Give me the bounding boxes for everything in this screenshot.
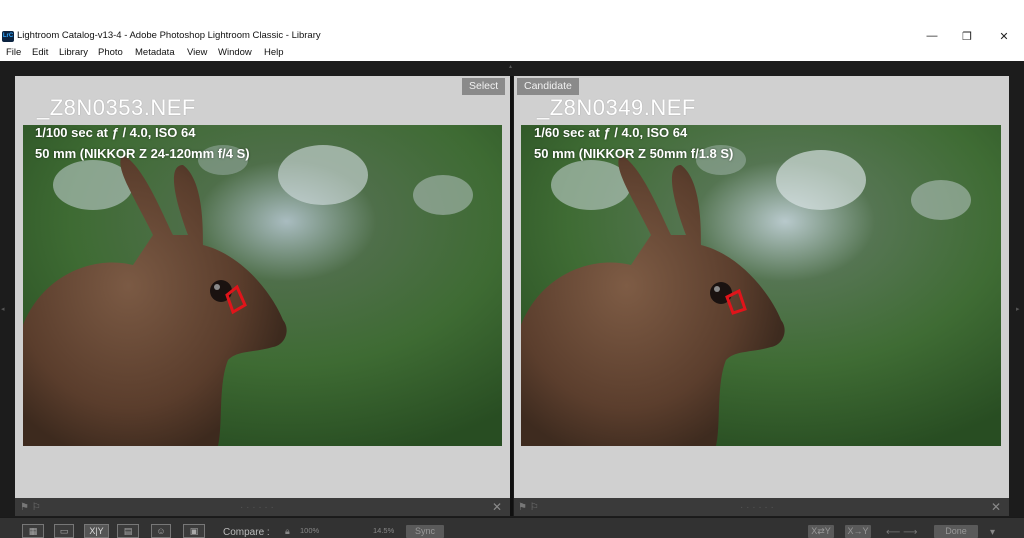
restore-button[interactable]: ❐: [952, 27, 982, 45]
select-close-icon[interactable]: ✕: [492, 500, 502, 514]
loupe-view-icon[interactable]: ▭: [54, 524, 74, 538]
candidate-flag-icon[interactable]: ⚑ ⚐: [518, 502, 539, 513]
menu-photo[interactable]: Photo: [98, 47, 123, 58]
select-rating-dots[interactable]: · · · · · ·: [240, 502, 274, 513]
slideshow-icon[interactable]: ▣: [183, 524, 205, 538]
done-button[interactable]: Done: [934, 525, 978, 538]
right-panel-toggle-icon[interactable]: ▸: [1016, 305, 1021, 319]
candidate-tag: Candidate: [517, 78, 579, 95]
candidate-exposure-info: 1/60 sec at ƒ / 4.0, ISO 64: [534, 125, 688, 140]
select-tag: Select: [462, 78, 506, 95]
candidate-rating-dots[interactable]: · · · · · ·: [740, 502, 774, 513]
candidate-lens-info: 50 mm (NIKKOR Z 50mm f/1.8 S): [534, 146, 734, 161]
lock-icon[interactable]: 🔒︎: [285, 526, 290, 537]
candidate-filename: _Z8N0349.NEF: [537, 95, 696, 120]
menu-file[interactable]: File: [6, 47, 21, 58]
toolbar-dropdown-icon[interactable]: ▾: [990, 527, 995, 538]
select-lens-info: 50 mm (NIKKOR Z 24-120mm f/4 S): [35, 146, 250, 161]
lightroom-app-icon: LrC: [2, 31, 14, 42]
window-title: Lightroom Catalog-v13-4 - Adobe Photosho…: [17, 30, 321, 41]
compare-divider[interactable]: [510, 76, 513, 516]
compare-label: Compare :: [223, 527, 270, 538]
candidate-close-icon[interactable]: ✕: [991, 500, 1001, 514]
close-button[interactable]: ✕: [989, 27, 1019, 45]
menu-metadata[interactable]: Metadata: [135, 47, 175, 58]
menu-window[interactable]: Window: [218, 47, 252, 58]
left-panel-toggle-icon[interactable]: ◂: [1, 305, 6, 319]
swap-button[interactable]: X⇄Y: [808, 525, 834, 538]
make-select-button[interactable]: X→Y: [845, 525, 871, 538]
top-panel-toggle-icon[interactable]: ▴: [509, 63, 515, 70]
survey-view-icon[interactable]: ▤: [117, 524, 139, 538]
select-filename: _Z8N0353.NEF: [37, 95, 196, 120]
menu-library[interactable]: Library: [59, 47, 88, 58]
people-view-icon[interactable]: ☺: [151, 524, 171, 538]
sync-button[interactable]: Sync: [406, 525, 444, 538]
menu-view[interactable]: View: [187, 47, 207, 58]
select-photo[interactable]: [23, 125, 502, 446]
minimize-button[interactable]: —: [917, 27, 947, 45]
zoom-right-value: 14.5%: [373, 526, 395, 535]
compare-view-button[interactable]: X|Y: [84, 524, 109, 538]
select-exposure-info: 1/100 sec at ƒ / 4.0, ISO 64: [35, 125, 196, 140]
menu-help[interactable]: Help: [264, 47, 284, 58]
grid-view-icon[interactable]: ▦: [22, 524, 44, 538]
select-flag-icon[interactable]: ⚑ ⚐: [20, 502, 41, 513]
zoom-left-value: 100%: [300, 526, 320, 535]
candidate-photo[interactable]: [521, 125, 1001, 446]
menu-edit[interactable]: Edit: [32, 47, 48, 58]
navigate-arrows-icon[interactable]: ⟵ ⟶: [886, 527, 917, 538]
